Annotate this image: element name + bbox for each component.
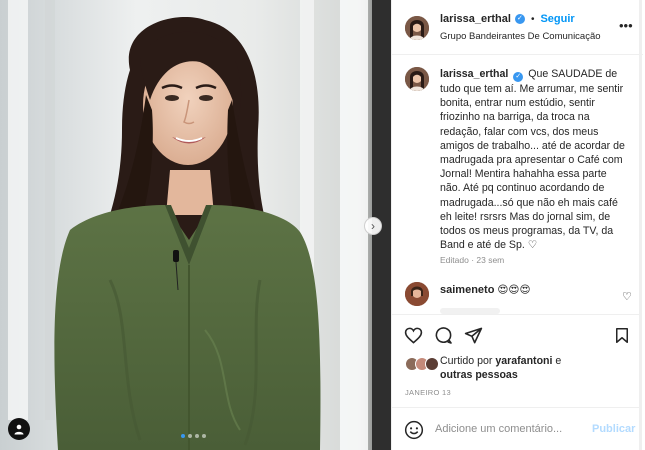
- bookmark-icon[interactable]: [612, 325, 632, 345]
- comments-section: larissa_erthal ✓ Que SAUDADE de tudo que…: [392, 56, 640, 314]
- avatar[interactable]: [405, 67, 429, 91]
- carousel-dot: [202, 434, 206, 438]
- carousel-dot: [181, 434, 185, 438]
- follow-button[interactable]: Seguir: [540, 13, 574, 25]
- post-actions-bar: [392, 314, 640, 354]
- scrollbar-track: [639, 0, 642, 450]
- emoji-icon[interactable]: [404, 420, 424, 440]
- post-sidebar: larissa_erthal ✓ • Seguir Grupo Bandeira…: [391, 0, 643, 450]
- add-comment-bar: Publicar: [392, 407, 640, 450]
- carousel-dot: [188, 434, 192, 438]
- carousel-next-button[interactable]: ›: [364, 217, 382, 235]
- post-date[interactable]: JANEIRO 13: [405, 388, 451, 397]
- likes-text: Curtido por yarafantoni e outras pessoas: [440, 355, 610, 382]
- liker-avatars: [405, 357, 439, 371]
- comment-icon[interactable]: [433, 325, 453, 345]
- post-location[interactable]: Grupo Bandeirantes De Comunicação: [440, 31, 601, 42]
- caption-text: Que SAUDADE de tudo que tem aí. Me arrum…: [440, 68, 625, 252]
- more-options-icon[interactable]: •••: [619, 18, 633, 33]
- comment-item: saimeneto 😍😍😍: [440, 284, 531, 296]
- verified-badge-icon: ✓: [514, 14, 525, 24]
- likes-conjunction: e: [555, 355, 562, 367]
- liker-username[interactable]: yarafantoni: [495, 355, 552, 367]
- carousel-indicator: [181, 434, 206, 438]
- post-caption: larissa_erthal ✓ Que SAUDADE de tudo que…: [440, 67, 628, 252]
- post-author-username[interactable]: larissa_erthal: [440, 13, 511, 25]
- heart-icon[interactable]: [403, 325, 423, 345]
- chevron-right-icon: ›: [371, 219, 375, 233]
- comment-username[interactable]: saimeneto: [440, 284, 494, 296]
- avatar[interactable]: [405, 282, 429, 306]
- comment-text: 😍😍😍: [497, 284, 531, 296]
- post-media[interactable]: ›: [0, 0, 391, 450]
- publish-button[interactable]: Publicar: [592, 423, 635, 435]
- likes-prefix: Curtido por: [440, 355, 493, 367]
- likes-others-link[interactable]: outras pessoas: [440, 369, 518, 381]
- tagged-users-button[interactable]: [8, 418, 30, 440]
- post-header: larissa_erthal ✓ • Seguir Grupo Bandeira…: [392, 0, 643, 55]
- separator-dot: •: [530, 13, 535, 25]
- comment-like-heart-icon[interactable]: ♡: [622, 290, 632, 303]
- caption-username[interactable]: larissa_erthal: [440, 68, 508, 80]
- caption-meta: Editado · 23 sem: [440, 255, 505, 265]
- avatar[interactable]: [405, 16, 429, 40]
- carousel-dot: [195, 434, 199, 438]
- verified-badge-icon: ✓: [513, 72, 524, 82]
- post-photo: [0, 0, 391, 450]
- avatar: [425, 357, 439, 371]
- share-icon[interactable]: [463, 325, 483, 345]
- comment-input[interactable]: [435, 418, 575, 440]
- person-icon: [14, 424, 24, 435]
